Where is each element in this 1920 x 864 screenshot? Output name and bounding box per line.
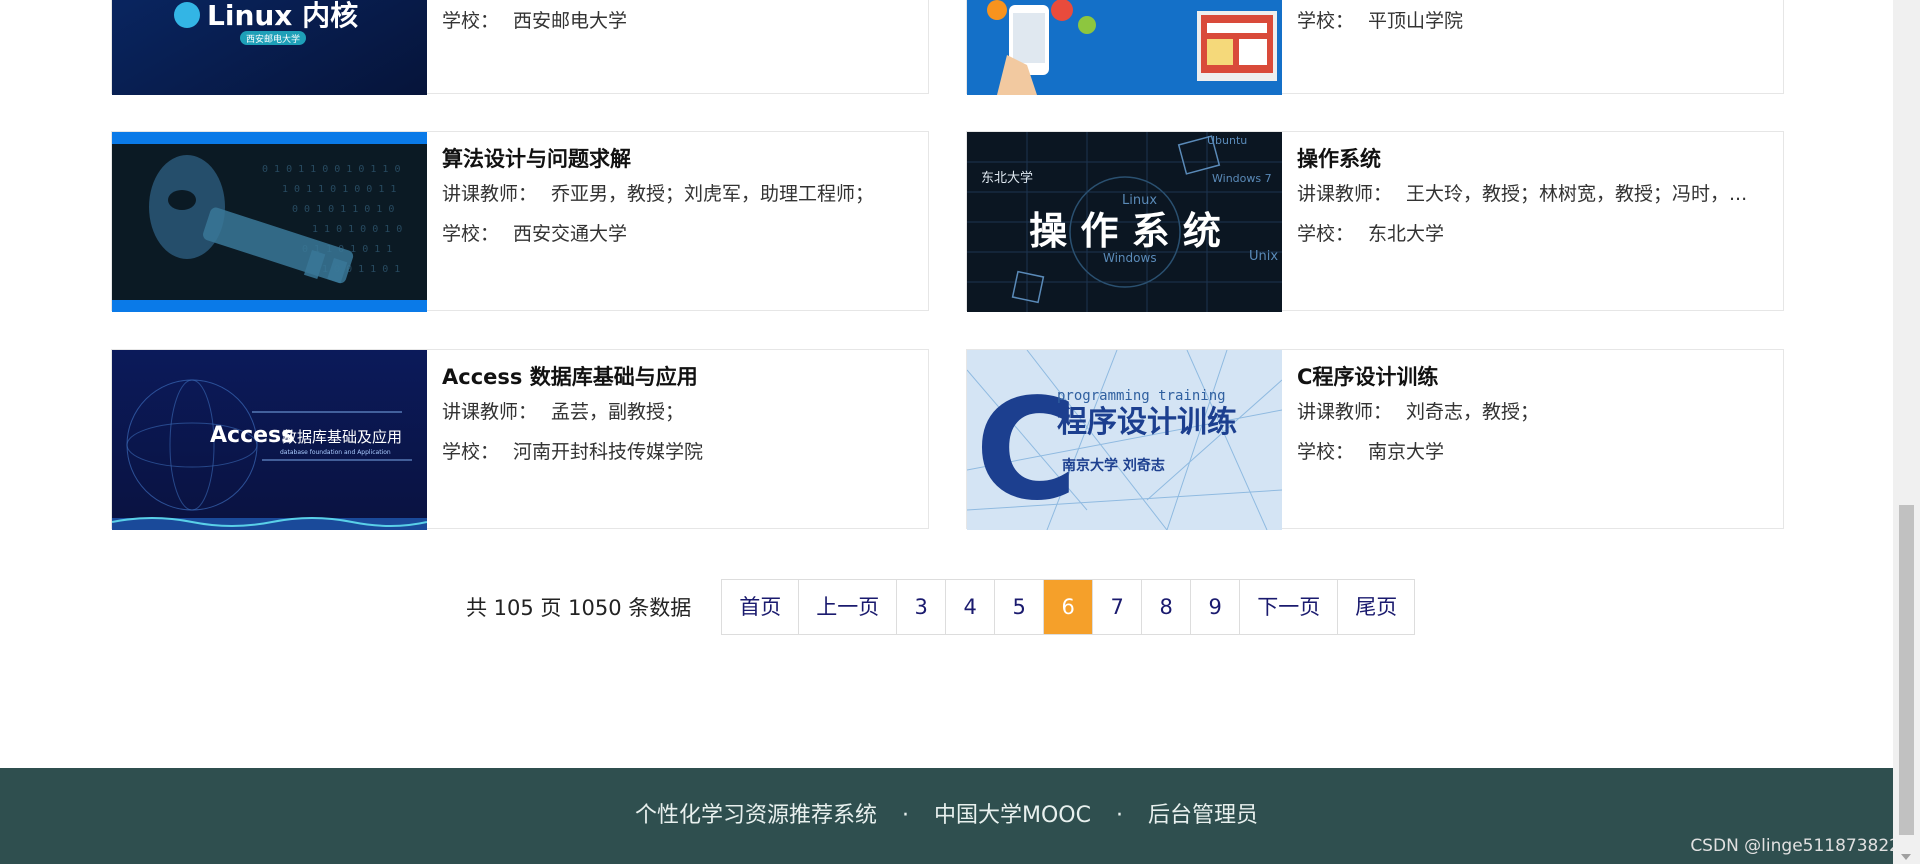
footer-link-admin[interactable]: 后台管理员 — [1148, 803, 1258, 828]
footer-separator: · — [1115, 803, 1123, 828]
teacher-line: 讲课教师： 孟芸，副教授； — [442, 392, 918, 432]
teacher-names: 乔亚男，教授；刘虎军，助理工程师； — [551, 183, 875, 205]
teacher-label: 讲课教师： — [442, 401, 538, 423]
course-info: 学校： 西安邮电大学 — [442, 1, 918, 41]
thumb-linux: Linux — [1122, 193, 1157, 208]
school-label: 学校： — [442, 441, 500, 463]
page-number-button[interactable]: 9 — [1191, 580, 1241, 634]
watermark: CSDN @linge511873822 — [1690, 836, 1900, 856]
school-line: 学校： 西安邮电大学 — [442, 1, 918, 41]
thumb-windows: Windows — [1103, 251, 1157, 265]
thumb-windows7: Windows 7 — [1212, 172, 1272, 185]
course-thumbnail-linux[interactable]: Linux 内核 西安邮电大学 — [112, 0, 427, 95]
teacher-names: 刘奇志，教授； — [1406, 401, 1540, 423]
thumb-title: Linux 内核 — [207, 0, 358, 32]
page-last-button[interactable]: 尾页 — [1338, 580, 1414, 634]
school-name: 南京大学 — [1368, 441, 1445, 463]
course-card-linux[interactable]: Linux 内核 西安邮电大学 学校： 西安邮电大学 — [111, 0, 929, 95]
page-number-button[interactable]: 4 — [946, 580, 996, 634]
school-line: 学校： 西安交通大学 — [442, 214, 918, 254]
course-info: C程序设计训练 讲课教师： 刘奇志，教授； 学校： 南京大学 — [1297, 350, 1773, 472]
page-number-button[interactable]: 7 — [1093, 580, 1143, 634]
svg-text:0 1 0 1 1 0 0 1 0 1 1 0: 0 1 0 1 1 0 0 1 0 1 1 0 — [262, 164, 400, 175]
thumb-unix: Unix — [1249, 249, 1278, 264]
footer: 个性化学习资源推荐系统 · 中国大学MOOC · 后台管理员 — [0, 768, 1893, 864]
scrollbar-thumb[interactable] — [1899, 505, 1914, 835]
course-card-os[interactable]: 东北大学 Linux Windows 7 Ubuntu Unix Windows… — [966, 131, 1784, 312]
school-line: 学校： 平顶山学院 — [1297, 1, 1773, 41]
school-name: 西安邮电大学 — [513, 10, 628, 32]
vertical-scrollbar[interactable] — [1893, 0, 1920, 864]
pagination: 共 105 页 1050 条数据 首页 上一页 3 4 5 6 7 8 9 下一… — [466, 579, 1416, 635]
page-number-button[interactable]: 8 — [1142, 580, 1192, 634]
thumb-subtitle: 南京大学 刘奇志 — [1062, 457, 1165, 474]
page-number-button-current[interactable]: 6 — [1044, 580, 1094, 634]
course-card-access[interactable]: Access 数据库基础及应用 database foundation and … — [111, 349, 929, 530]
course-title[interactable]: 操作系统 — [1297, 144, 1773, 174]
thumb-ubuntu: Ubuntu — [1207, 134, 1247, 147]
course-info: 算法设计与问题求解 讲课教师： 乔亚男，教授；刘虎军，助理工程师； 学校： 西安交通… — [442, 132, 918, 254]
course-thumbnail-algorithm[interactable]: 0 1 0 1 1 0 0 1 0 1 1 0 1 0 1 1 0 1 0 0 … — [112, 132, 427, 312]
thumb-small: programming training — [1057, 388, 1226, 404]
svg-text:1 0 1 1 0 1 0 0 1 1: 1 0 1 1 0 1 0 0 1 1 — [282, 184, 396, 195]
school-label: 学校： — [1297, 10, 1355, 32]
footer-separator: · — [902, 803, 909, 828]
svg-text:1 1 0 1 0 0 1 0: 1 1 0 1 0 0 1 0 — [312, 224, 402, 235]
school-line: 学校： 河南开封科技传媒学院 — [442, 432, 918, 472]
school-label: 学校： — [1297, 441, 1355, 463]
course-card-algorithm[interactable]: 0 1 0 1 1 0 0 1 0 1 1 0 1 0 1 1 0 1 0 0 … — [111, 131, 929, 312]
school-label: 学校： — [1297, 223, 1355, 245]
course-thumbnail-os[interactable]: 东北大学 Linux Windows 7 Ubuntu Unix Windows… — [967, 132, 1282, 312]
teacher-names: 孟芸，副教授； — [551, 401, 685, 423]
page: Linux 内核 西安邮电大学 学校： 西安邮电大学 学校： 平顶山学院 0 1… — [0, 0, 1920, 864]
school-label: 学校： — [442, 223, 500, 245]
course-card-c-programming[interactable]: C programming training 程序设计训练 南京大学 刘奇志 C… — [966, 349, 1784, 530]
course-title[interactable]: 算法设计与问题求解 — [442, 144, 918, 174]
school-name: 平顶山学院 — [1368, 10, 1464, 32]
thumb-title: 数据库基础及应用 — [282, 428, 402, 446]
thumb-subtitle: database foundation and Application — [280, 449, 391, 456]
course-title[interactable]: C程序设计训练 — [1297, 362, 1773, 392]
course-card-web[interactable]: 学校： 平顶山学院 — [966, 0, 1784, 95]
teacher-label: 讲课教师： — [442, 183, 538, 205]
course-thumbnail-access[interactable]: Access 数据库基础及应用 database foundation and … — [112, 350, 427, 530]
school-label: 学校： — [442, 10, 500, 32]
page-number-button[interactable]: 3 — [897, 580, 947, 634]
pagination-total: 共 105 页 1050 条数据 — [466, 596, 692, 620]
page-next-button[interactable]: 下一页 — [1240, 580, 1339, 634]
course-info: 学校： 平顶山学院 — [1297, 1, 1773, 41]
school-name: 东北大学 — [1368, 223, 1445, 245]
footer-link-system[interactable]: 个性化学习资源推荐系统 — [635, 803, 877, 828]
thumb-subtitle: 西安邮电大学 — [246, 33, 300, 45]
thumb-title: 程序设计训练 — [1057, 405, 1237, 440]
footer-link-mooc[interactable]: 中国大学MOOC — [934, 803, 1091, 828]
school-name: 西安交通大学 — [513, 223, 628, 245]
course-title[interactable]: Access 数据库基础与应用 — [442, 362, 918, 392]
course-info: 操作系统 讲课教师： 王大玲，教授；林树宽，教授；冯时，... 学校： 东北大学 — [1297, 132, 1773, 254]
school-name: 河南开封科技传媒学院 — [513, 441, 704, 463]
teacher-label: 讲课教师： — [1297, 401, 1393, 423]
course-thumbnail-c-programming[interactable]: C programming training 程序设计训练 南京大学 刘奇志 — [967, 350, 1282, 530]
thumb-logo: 东北大学 — [981, 170, 1033, 186]
scroll-down-arrow-icon[interactable] — [1901, 854, 1911, 860]
course-thumbnail-web[interactable] — [967, 0, 1282, 95]
teacher-line: 讲课教师： 刘奇志，教授； — [1297, 392, 1773, 432]
page-prev-button[interactable]: 上一页 — [799, 580, 898, 634]
page-number-button[interactable]: 5 — [995, 580, 1045, 634]
teacher-names: 王大玲，教授；林树宽，教授；冯时，... — [1406, 183, 1748, 205]
thumb-title: 操 作 系 统 — [1029, 209, 1221, 253]
school-line: 学校： 东北大学 — [1297, 214, 1773, 254]
course-list: Linux 内核 西安邮电大学 学校： 西安邮电大学 学校： 平顶山学院 0 1… — [0, 0, 1893, 864]
teacher-label: 讲课教师： — [1297, 183, 1393, 205]
school-line: 学校： 南京大学 — [1297, 432, 1773, 472]
svg-text:0 0 1 0 1 1 0 1 0: 0 0 1 0 1 1 0 1 0 — [292, 204, 394, 215]
teacher-line: 讲课教师： 乔亚男，教授；刘虎军，助理工程师； — [442, 174, 918, 214]
page-first-button[interactable]: 首页 — [722, 580, 800, 634]
teacher-line: 讲课教师： 王大玲，教授；林树宽，教授；冯时，... — [1297, 174, 1773, 214]
course-info: Access 数据库基础与应用 讲课教师： 孟芸，副教授； 学校： 河南开封科技传媒… — [442, 350, 918, 472]
pagination-buttons: 首页 上一页 3 4 5 6 7 8 9 下一页 尾页 — [721, 579, 1416, 635]
